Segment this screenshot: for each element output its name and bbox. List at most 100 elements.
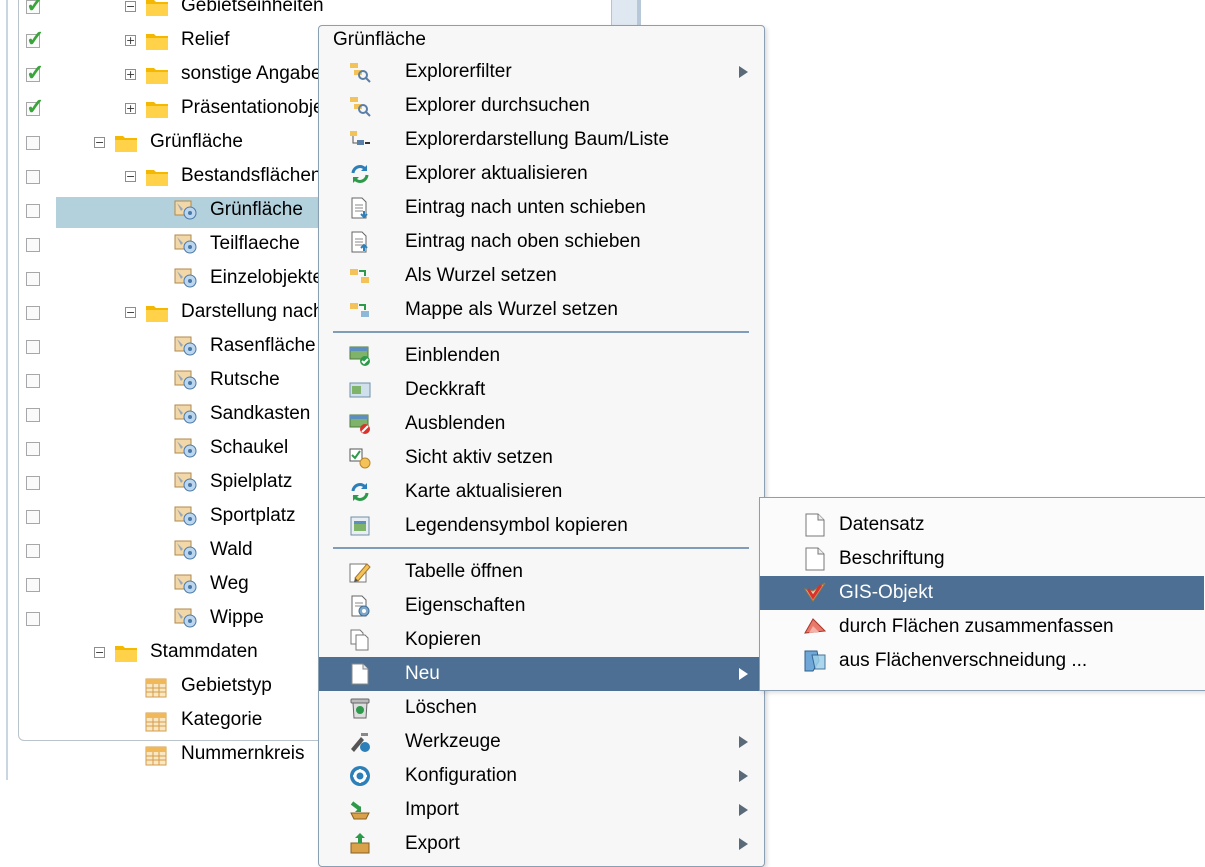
menu-item-einblenden[interactable]: Einblenden — [319, 339, 762, 373]
visibility-checkbox[interactable]: ✓ — [26, 28, 44, 50]
tree-label: Bestandsflächen — [181, 165, 322, 186]
visibility-checkbox[interactable] — [26, 374, 40, 388]
visibility-checkbox[interactable] — [26, 238, 40, 252]
menu-item-deckkraft[interactable]: Deckkraft — [319, 373, 762, 407]
expand-toggle-icon[interactable]: + — [125, 103, 136, 114]
copy-icon — [350, 629, 369, 651]
tree-label: Grünfläche — [150, 131, 243, 152]
menu-item-ausblenden[interactable]: Ausblenden — [319, 407, 762, 441]
submenu-arrow-icon — [739, 66, 748, 78]
menu-item-mappe-als-wurzel[interactable]: Mappe als Wurzel setzen — [319, 293, 762, 327]
collapse-toggle-icon[interactable]: − — [94, 647, 105, 658]
collapse-toggle-icon[interactable]: − — [125, 171, 136, 182]
submenu-arrow-icon — [739, 668, 748, 680]
visibility-checkbox[interactable] — [26, 612, 40, 626]
folder-icon — [146, 306, 168, 322]
tree-row-gebietseinheiten[interactable]: ✓ − Gebietseinheiten — [19, 0, 619, 24]
submenu-item-label: aus Flächenverschneidung ... — [839, 650, 1088, 671]
collapse-toggle-icon[interactable]: − — [125, 1, 136, 12]
menu-separator — [333, 547, 749, 549]
visibility-checkbox[interactable] — [26, 442, 40, 456]
tree-label: Schaukel — [210, 437, 289, 458]
submenu-item-gis-objekt[interactable]: GIS-Objekt — [760, 576, 1204, 610]
folder-icon — [146, 34, 168, 50]
submenu-arrow-icon — [739, 838, 748, 850]
visibility-checkbox[interactable]: ✓ — [26, 62, 44, 84]
intersect-areas-icon — [804, 650, 826, 672]
expand-toggle-icon[interactable]: + — [125, 69, 136, 80]
expand-toggle-icon[interactable]: + — [125, 35, 136, 46]
menu-item-konfiguration[interactable]: Konfiguration — [319, 759, 762, 793]
submenu-item-aus-flaechenverschneidung[interactable]: aus Flächenverschneidung ... — [760, 644, 1204, 678]
visibility-checkbox[interactable] — [26, 578, 40, 592]
visibility-checkbox[interactable] — [26, 136, 40, 150]
visibility-checkbox[interactable] — [26, 306, 40, 320]
menu-item-tabelle-oeffnen[interactable]: Tabelle öffnen — [319, 555, 762, 589]
visibility-checkbox[interactable] — [26, 476, 40, 490]
visibility-checkbox[interactable] — [26, 204, 40, 218]
menu-item-label: Eintrag nach oben schieben — [405, 231, 641, 252]
menu-item-als-wurzel[interactable]: Als Wurzel setzen — [319, 259, 762, 293]
menu-item-legendensymbol[interactable]: Legendensymbol kopieren — [319, 509, 762, 543]
blank-document-icon — [805, 547, 825, 571]
submenu-item-datensatz[interactable]: Datensatz — [760, 508, 1204, 542]
opacity-icon — [349, 382, 371, 398]
visibility-checkbox[interactable] — [26, 510, 40, 524]
menu-item-import[interactable]: Import — [319, 793, 762, 827]
menu-item-explorer-aktualisieren[interactable]: Explorer aktualisieren — [319, 157, 762, 191]
hide-layer-icon — [349, 414, 370, 434]
folder-icon — [146, 0, 168, 16]
collapse-toggle-icon[interactable]: − — [94, 137, 105, 148]
menu-item-loeschen[interactable]: Löschen — [319, 691, 762, 725]
explorer-search-icon — [350, 97, 371, 117]
blank-document-icon — [805, 513, 825, 537]
menu-item-neu[interactable]: Neu — [319, 657, 762, 691]
folder-icon — [146, 170, 168, 186]
menu-item-eigenschaften[interactable]: Eigenschaften — [319, 589, 762, 623]
menu-separator — [333, 331, 749, 333]
visibility-checkbox[interactable] — [26, 340, 40, 354]
view-active-icon — [349, 448, 371, 469]
layer-icon — [174, 574, 197, 594]
tree-label: Relief — [181, 29, 230, 50]
submenu-neu: Datensatz Beschriftung GIS-Objekt durch … — [759, 497, 1205, 691]
menu-item-explorerdarstellung[interactable]: Explorerdarstellung Baum/Liste — [319, 123, 762, 157]
move-up-icon — [351, 231, 368, 253]
selection-highlight — [56, 197, 356, 228]
visibility-checkbox[interactable]: ✓ — [26, 96, 44, 118]
layer-icon — [174, 472, 197, 492]
submenu-item-label: Beschriftung — [839, 548, 945, 569]
submenu-item-label: durch Flächen zusammenfassen — [839, 616, 1114, 637]
menu-item-explorerfilter[interactable]: Explorerfilter — [319, 55, 762, 89]
menu-item-export[interactable]: Export — [319, 827, 762, 861]
tree-label: Wippe — [210, 607, 264, 628]
menu-item-sicht-aktiv[interactable]: Sicht aktiv setzen — [319, 441, 762, 475]
submenu-item-durch-flaechen[interactable]: durch Flächen zusammenfassen — [760, 610, 1204, 644]
merge-areas-icon — [804, 618, 826, 634]
visibility-checkbox[interactable] — [26, 544, 40, 558]
tree-label: Gebietstyp — [181, 675, 272, 696]
properties-icon — [351, 595, 370, 617]
menu-item-explorer-durchsuchen[interactable]: Explorer durchsuchen — [319, 89, 762, 123]
folder-icon — [115, 136, 137, 152]
menu-item-label: Tabelle öffnen — [405, 561, 523, 582]
menu-item-werkzeuge[interactable]: Werkzeuge — [319, 725, 762, 759]
layer-icon — [174, 404, 197, 424]
menu-item-nach-oben[interactable]: Eintrag nach oben schieben — [319, 225, 762, 259]
visibility-checkbox[interactable] — [26, 170, 40, 184]
menu-item-label: Konfiguration — [405, 765, 517, 786]
submenu-item-label: GIS-Objekt — [839, 582, 933, 603]
folder-icon — [146, 68, 168, 84]
visibility-checkbox[interactable] — [26, 408, 40, 422]
submenu-item-beschriftung[interactable]: Beschriftung — [760, 542, 1204, 576]
visibility-checkbox[interactable]: ✓ — [26, 0, 44, 16]
menu-item-nach-unten[interactable]: Eintrag nach unten schieben — [319, 191, 762, 225]
set-root-icon — [350, 269, 369, 283]
visibility-checkbox[interactable] — [26, 272, 40, 286]
map-refresh-icon — [351, 483, 369, 501]
table-icon — [145, 746, 167, 766]
refresh-icon — [351, 165, 369, 183]
collapse-toggle-icon[interactable]: − — [125, 307, 136, 318]
menu-item-karte-aktualisieren[interactable]: Karte aktualisieren — [319, 475, 762, 509]
menu-item-kopieren[interactable]: Kopieren — [319, 623, 762, 657]
